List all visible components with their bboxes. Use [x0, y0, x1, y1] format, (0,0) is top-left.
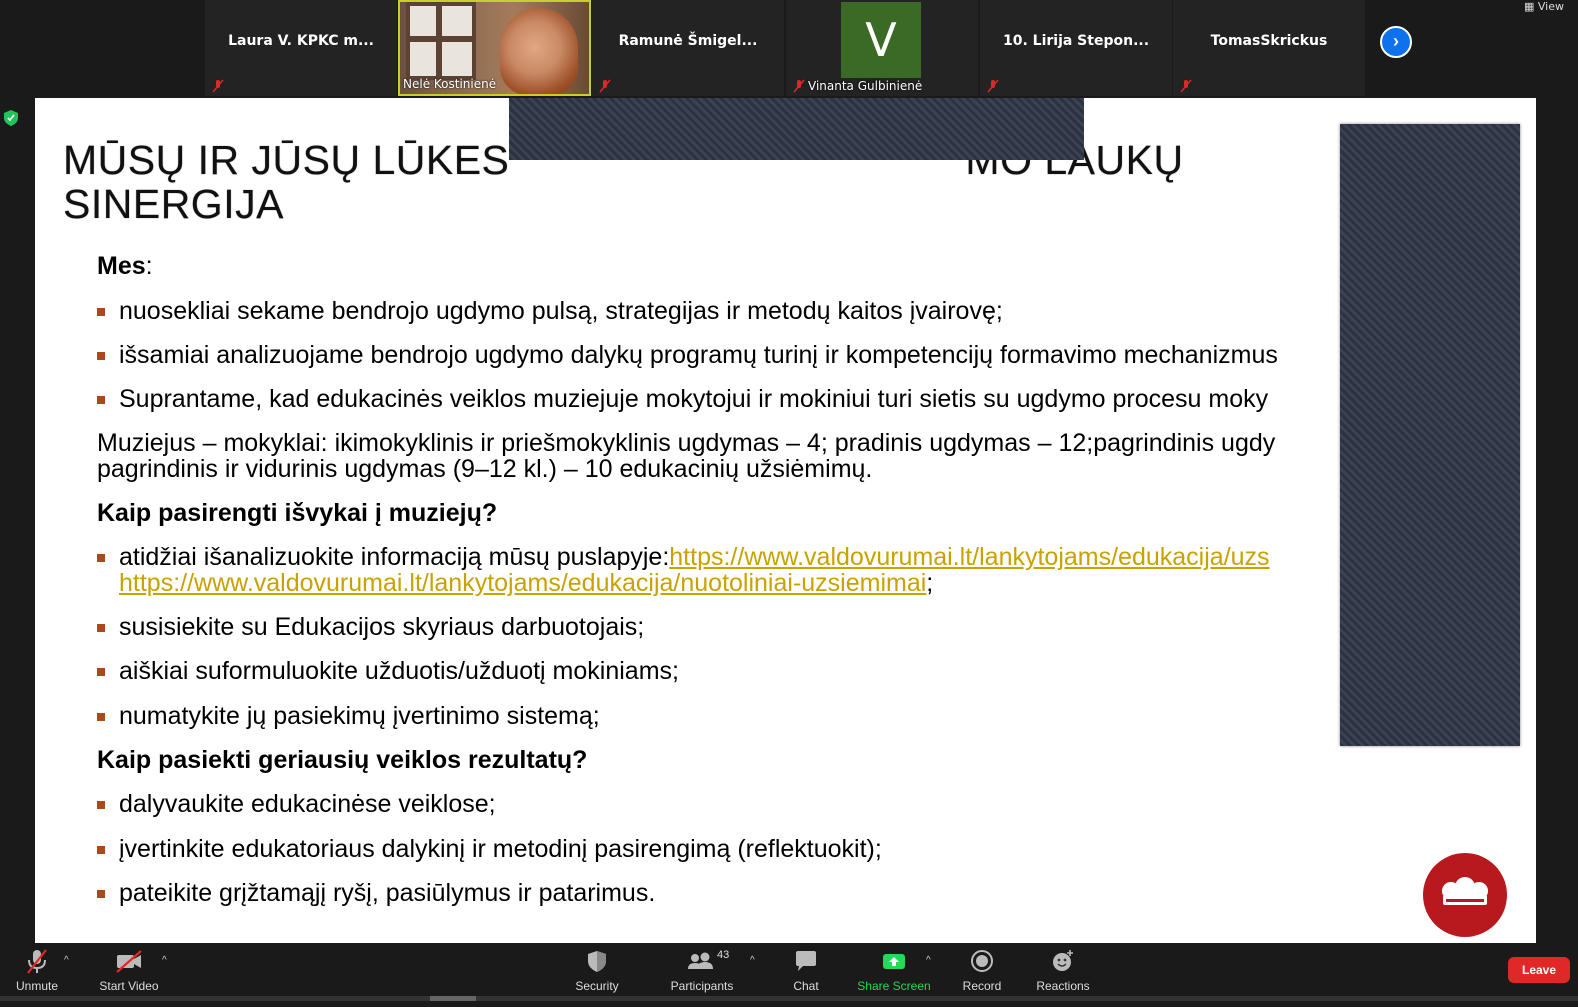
video-off-icon [116, 950, 142, 973]
unmute-label: Unmute [15, 979, 59, 993]
bullet-text: Suprantame, kad edukacinės veiklos muzie… [119, 385, 1269, 413]
start-video-label: Start Video [99, 979, 159, 993]
link-education[interactable]: https://www.valdovurumai.lt/lankytojams/… [669, 543, 1269, 571]
participant-label: Vinanta Gulbinienė [808, 79, 923, 93]
bullet-marker [97, 890, 105, 898]
view-button[interactable]: ▦ View [1524, 0, 1564, 13]
bullet-marker [97, 846, 105, 854]
participant-tile[interactable]: TomasSkrickus [1173, 0, 1365, 96]
link-remote-sessions[interactable]: https://www.valdovurumai.lt/lankytojams/… [119, 569, 926, 597]
scroll-indicator [0, 996, 1578, 1001]
muted-mic-icon [987, 79, 999, 93]
paragraph-line: pagrindinis ir vidurinis ugdymas (9–12 k… [97, 455, 873, 483]
participants-count: 43 [717, 949, 730, 961]
record-button[interactable]: Record [960, 947, 1004, 993]
bullet-marker [97, 668, 105, 676]
share-screen-label: Share Screen [857, 979, 931, 993]
participant-tile[interactable]: Laura V. KPKC m... [205, 0, 397, 96]
bullet-text: aiškiai suformuluokite užduotis/užduotį … [119, 657, 679, 685]
title-line1: MŪSŲ IR JŪSŲ LŪKES [63, 137, 510, 183]
bullet-marker [97, 352, 105, 360]
record-label: Record [962, 979, 1002, 993]
participant-label: Nelė Kostinienė [403, 77, 497, 91]
museum-logo [1423, 853, 1507, 937]
participant-name: Ramunė Šmigel... [618, 33, 758, 49]
occluding-overlay [509, 98, 1084, 160]
chat-label: Chat [793, 979, 819, 993]
bullet-text: https://www.valdovurumai.lt/lankytojams/… [119, 569, 934, 597]
bullet-text: dalyvaukite edukacinėse veiklose; [119, 790, 496, 818]
bullet-marker [97, 554, 105, 562]
share-screen-button[interactable]: Share Screen [856, 947, 932, 993]
bullet-text: išsamiai analizuojame bendrojo ugdymo da… [119, 341, 1278, 369]
participant-name: 10. Lirija Stepon... [1002, 33, 1150, 49]
muted-mic-icon [599, 79, 611, 93]
occluding-overlay [1340, 124, 1520, 746]
paragraph-line: Muziejus – mokyklai: ikimokyklinis ir pr… [97, 429, 1276, 457]
audio-options-caret[interactable]: ^ [64, 955, 69, 966]
unmute-button[interactable]: Unmute [12, 947, 62, 993]
share-screen-icon [883, 954, 905, 969]
reactions-button[interactable]: Reactions [1034, 947, 1092, 993]
muted-mic-icon [212, 79, 224, 93]
crown-icon [1442, 877, 1488, 905]
chevron-right-icon: › [1393, 31, 1399, 51]
video-options-caret[interactable]: ^ [162, 955, 167, 966]
view-label: View [1537, 0, 1564, 13]
participant-tile[interactable]: V Vinanta Gulbinienė [786, 0, 978, 96]
bullet-text: pateikite grįžtamąjį ryšį, pasiūlymus ir… [119, 879, 656, 907]
video-window-background [406, 2, 476, 80]
participants-options-caret[interactable]: ^ [750, 955, 755, 966]
record-icon [971, 950, 993, 972]
bullet-marker [97, 801, 105, 809]
heading-results: Kaip pasiekti geriausių veiklos rezultat… [97, 746, 588, 774]
encryption-shield-icon[interactable] [4, 110, 18, 126]
bullet-text: atidžiai išanalizuokite informaciją mūsų… [119, 543, 1270, 571]
bullet-marker [97, 396, 105, 404]
participants-icon [688, 952, 713, 969]
leave-button[interactable]: Leave [1508, 957, 1570, 983]
chat-bubble-icon [796, 951, 816, 971]
chat-button[interactable]: Chat [788, 947, 824, 993]
scroll-indicator-thumb [430, 996, 476, 1001]
reactions-label: Reactions [1036, 979, 1090, 993]
bullet-text: nuosekliai sekame bendrojo ugdymo pulsą,… [119, 297, 1003, 325]
participant-tile[interactable]: 10. Lirija Stepon... [980, 0, 1172, 96]
participant-video [500, 8, 578, 94]
avatar: V [841, 2, 921, 78]
title-line2: SINERGIJA [63, 181, 284, 227]
participant-gallery: Laura V. KPKC m... Nelė Kostinienė Ramun… [0, 0, 1578, 96]
participant-name: TomasSkrickus [1210, 33, 1328, 49]
bullet-marker [97, 308, 105, 316]
next-page-button[interactable]: › [1380, 26, 1412, 58]
participant-video-tile[interactable]: Nelė Kostinienė [398, 0, 591, 96]
heading-mes: Mes: [97, 252, 153, 280]
bullet-marker [97, 713, 105, 721]
bullet-text: įvertinkite edukatoriaus dalykinį ir met… [119, 835, 882, 863]
participants-label: Participants [670, 979, 734, 993]
muted-mic-icon [27, 949, 47, 974]
start-video-button[interactable]: Start Video [96, 947, 162, 993]
bullet-marker [97, 624, 105, 632]
muted-mic-icon [1180, 79, 1192, 93]
security-button[interactable]: Security [572, 947, 622, 993]
participant-name: Laura V. KPKC m... [228, 33, 374, 49]
participant-tile[interactable]: Ramunė Šmigel... [592, 0, 784, 96]
share-options-caret[interactable]: ^ [926, 955, 931, 966]
heading-preparation: Kaip pasirengti išvykai į muziejų? [97, 499, 498, 527]
bullet-text: numatykite jų pasiekimų įvertinimo siste… [119, 702, 600, 730]
security-label: Security [575, 979, 619, 993]
security-shield-icon [588, 951, 606, 972]
reactions-emoji-icon [1053, 950, 1073, 971]
bullet-text: susisiekite su Edukacijos skyriaus darbu… [119, 613, 645, 641]
muted-mic-icon [793, 79, 805, 93]
shared-screen: MŪSŲ IR JŪSŲ LŪKES MO LAUKŲ SINERGIJA Mes… [35, 98, 1536, 943]
